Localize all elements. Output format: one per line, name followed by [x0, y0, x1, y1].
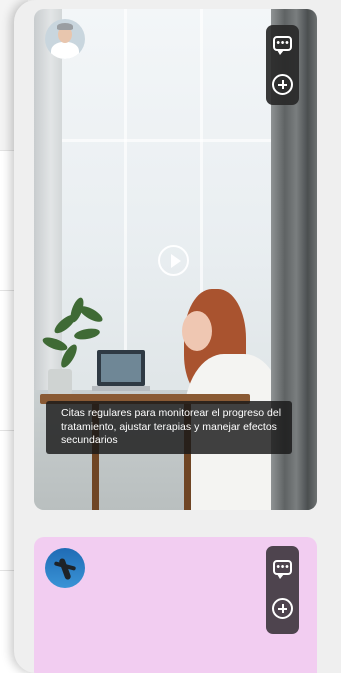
post-card[interactable]	[34, 537, 317, 673]
chat-icon[interactable]	[271, 34, 294, 57]
doctor-avatar[interactable]	[45, 19, 85, 59]
person-face	[182, 311, 212, 351]
curtain-left	[34, 9, 62, 429]
chat-icon[interactable]	[271, 558, 294, 581]
stories-panel[interactable]: Citas regulares para monitorear el progr…	[14, 0, 341, 673]
plant-pot	[48, 369, 72, 397]
yoga-avatar[interactable]	[45, 548, 85, 588]
play-icon[interactable]	[158, 245, 189, 276]
action-bar	[266, 25, 299, 105]
video-caption: Citas regulares para monitorear el progr…	[46, 401, 292, 454]
laptop-base	[92, 386, 150, 391]
add-icon[interactable]	[271, 597, 294, 620]
video-card[interactable]: Citas regulares para monitorear el progr…	[34, 9, 317, 510]
add-icon[interactable]	[271, 73, 294, 96]
laptop-screen	[97, 350, 145, 386]
action-bar	[266, 546, 299, 634]
